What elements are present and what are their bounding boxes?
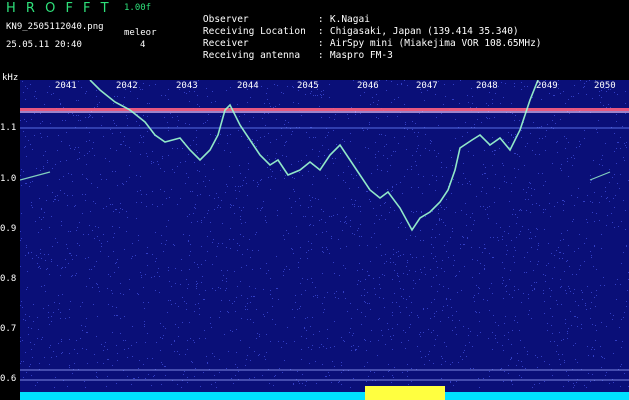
meleor-count: 4 — [140, 40, 146, 50]
x-tick-label: 2046 — [357, 81, 379, 91]
timestamp: 25.05.11 20:40 — [6, 40, 82, 50]
x-tick-label: 2050 — [594, 81, 616, 91]
y-tick-label: 0.9 — [0, 224, 17, 234]
baseline-peak — [365, 386, 445, 400]
meta-sep: : — [317, 50, 324, 61]
x-tick-label: 2047 — [416, 81, 438, 91]
x-tick-label: 2044 — [237, 81, 259, 91]
baseline-strip — [20, 392, 629, 400]
x-tick-label: 2042 — [116, 81, 138, 91]
carrier-line — [20, 108, 629, 111]
y-axis-unit: kHz — [2, 73, 19, 83]
x-tick-label: 2049 — [536, 81, 558, 91]
meta-key: Receiving antenna — [202, 50, 301, 61]
file-name: KN9_2505112040.png — [6, 22, 104, 32]
y-tick-label: 0.6 — [0, 374, 17, 384]
meleor-label: meleor — [124, 28, 157, 38]
meta-value: Maspro FM-3 — [329, 50, 393, 61]
x-tick-label: 2041 — [55, 81, 77, 91]
meta-row-antenna: Receiving antenna: Maspro FM-3 — [180, 39, 393, 72]
app-logo: H R O F F T — [6, 1, 112, 16]
y-tick-label: 1.1 — [0, 123, 17, 133]
version-label: 1.00f — [124, 3, 152, 13]
y-tick-label: 1.0 — [0, 174, 17, 184]
hrofft-screen: H R O F F T 1.00f KN9_2505112040.png mel… — [0, 0, 629, 400]
spectrogram-canvas — [20, 80, 629, 400]
x-tick-label: 2045 — [297, 81, 319, 91]
carrier-line-glow — [20, 111, 629, 113]
spectrogram — [20, 80, 629, 400]
y-tick-label: 0.7 — [0, 324, 17, 334]
x-tick-label: 2043 — [176, 81, 198, 91]
x-tick-label: 2048 — [476, 81, 498, 91]
y-tick-label: 0.8 — [0, 274, 17, 284]
